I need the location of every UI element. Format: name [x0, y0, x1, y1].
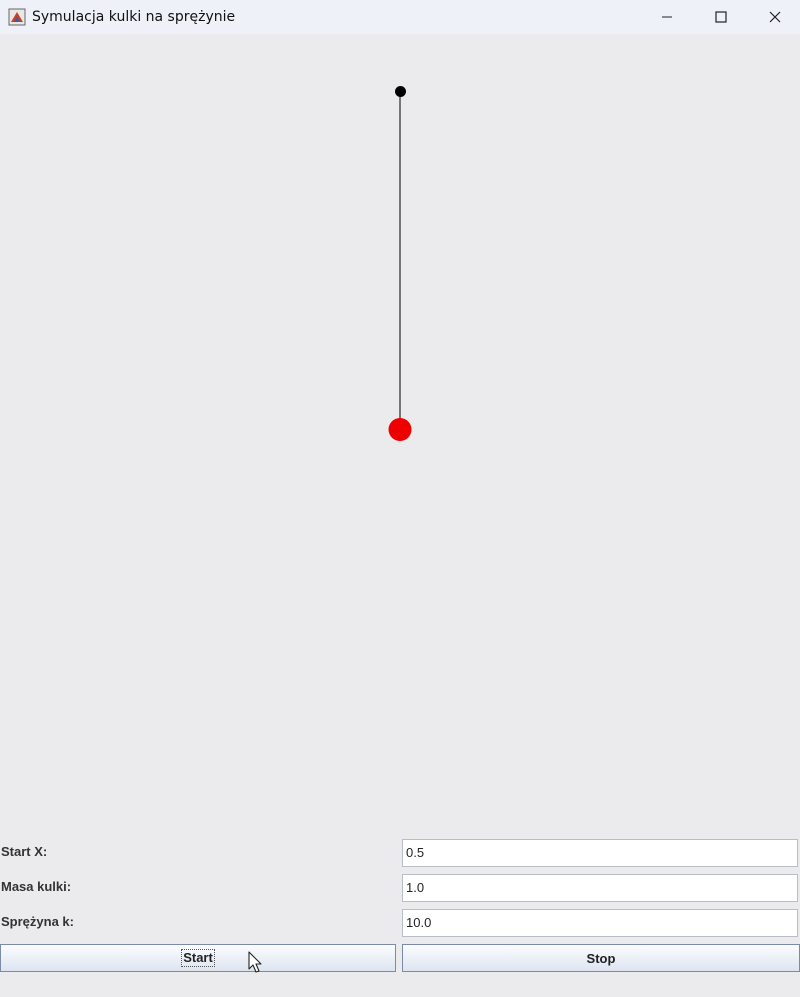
- spring-k-label: Sprężyna k:: [1, 914, 74, 929]
- start-x-row: Start X: 0.5: [0, 837, 800, 867]
- maximize-icon: [715, 11, 727, 23]
- minimize-icon: [662, 16, 672, 18]
- spring-k-input[interactable]: 10.0: [402, 909, 798, 937]
- mass-label: Masa kulki:: [1, 879, 72, 894]
- stop-button[interactable]: Stop: [402, 944, 800, 972]
- start-x-label: Start X:: [1, 844, 48, 859]
- mouse-cursor-icon: [248, 951, 262, 973]
- spring-k-row: Sprężyna k: 10.0: [0, 907, 800, 937]
- maximize-button[interactable]: [694, 0, 748, 34]
- close-button[interactable]: [748, 0, 800, 34]
- window-title: Symulacja kulki na sprężynie: [32, 9, 236, 25]
- start-button[interactable]: Start: [0, 944, 396, 972]
- title-bar[interactable]: Symulacja kulki na sprężynie: [0, 0, 800, 34]
- start-button-label: Start: [181, 949, 215, 967]
- mass-input[interactable]: 1.0: [402, 874, 798, 902]
- ball: [388, 418, 412, 441]
- stop-button-label: Stop: [586, 950, 616, 966]
- minimize-button[interactable]: [640, 0, 694, 34]
- java-app-icon: [8, 8, 26, 26]
- start-x-input[interactable]: 0.5: [402, 839, 798, 867]
- simulation-canvas: [388, 86, 412, 441]
- mass-row: Masa kulki: 1.0: [0, 872, 800, 902]
- close-icon: [769, 11, 781, 23]
- app-window: Symulacja kulki na sprężynie Start X: 0.…: [0, 0, 800, 997]
- anchor-point: [395, 86, 406, 97]
